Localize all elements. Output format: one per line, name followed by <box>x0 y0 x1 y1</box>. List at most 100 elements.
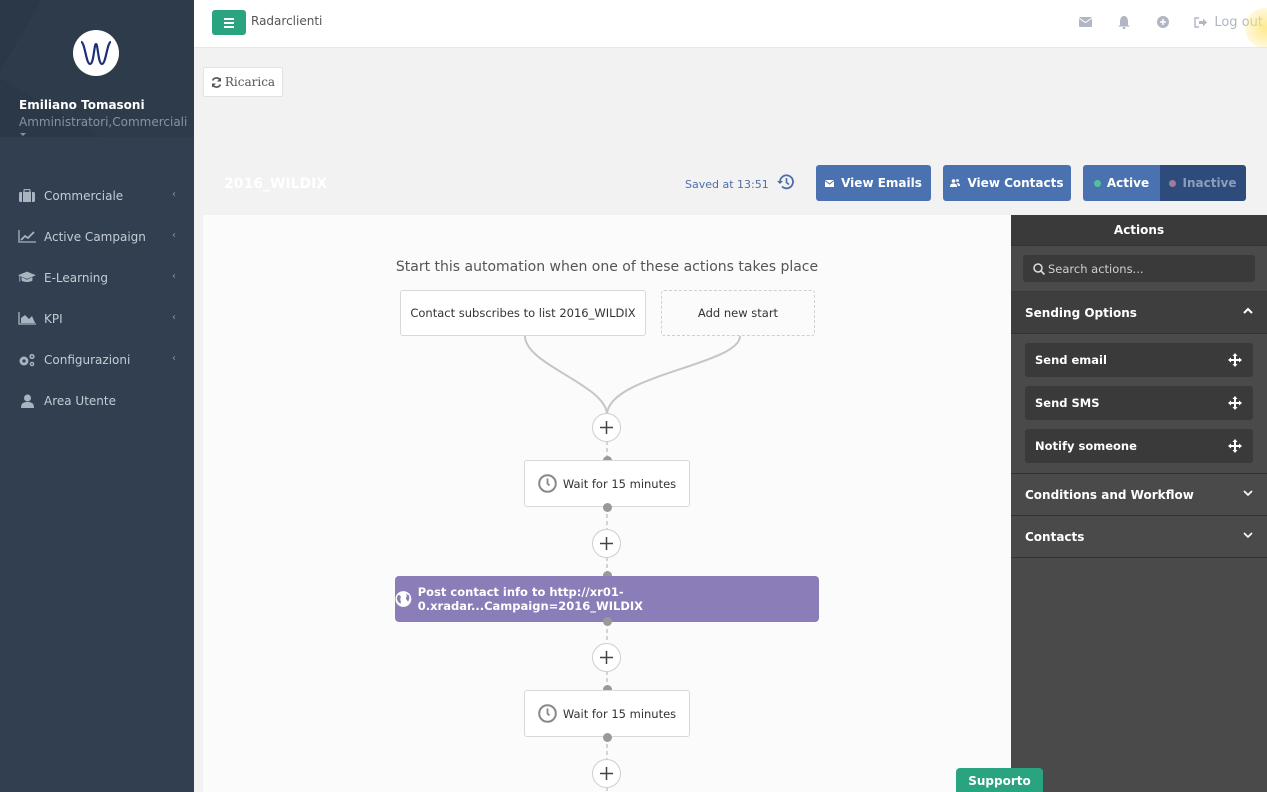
envelope-icon <box>825 179 835 187</box>
line-chart-icon <box>18 230 36 244</box>
connector-port <box>603 733 612 742</box>
envelope-icon[interactable] <box>1077 14 1093 30</box>
inactive-dot-icon <box>1169 179 1177 187</box>
sidebar-item-commerciale[interactable]: Commerciale ‹ <box>0 175 194 216</box>
cogs-icon <box>18 353 36 367</box>
search-icon <box>1033 262 1045 275</box>
sidebar-item-kpi[interactable]: KPI ‹ <box>0 298 194 339</box>
chevron-left-icon: ‹ <box>172 312 176 323</box>
move-icon[interactable] <box>1228 353 1242 367</box>
saved-status: Saved at 13:51 <box>685 178 769 191</box>
sign-out-icon <box>1194 16 1208 28</box>
plus-circle-icon[interactable] <box>1155 14 1171 30</box>
brand-name: Radarclienti <box>251 14 323 28</box>
status-active-button[interactable]: Active <box>1083 165 1160 201</box>
add-step-button[interactable] <box>592 759 621 788</box>
wait-step-node[interactable]: Wait for 15 minutes <box>524 690 690 737</box>
sidebar: Emiliano Tomasoni Amministratori,Commerc… <box>0 0 194 792</box>
view-contacts-button[interactable]: View Contacts <box>943 165 1071 201</box>
sidebar-item-label: E-Learning <box>44 270 109 285</box>
sidebar-item-configurazioni[interactable]: Configurazioni ‹ <box>0 339 194 380</box>
section-sending-options[interactable]: Sending Options <box>1011 292 1267 334</box>
action-label: Send SMS <box>1035 396 1100 410</box>
chevron-left-icon: ‹ <box>172 189 176 200</box>
search-actions-input[interactable] <box>1048 261 1248 276</box>
chevron-down-icon <box>1243 532 1253 539</box>
move-icon[interactable] <box>1228 439 1242 453</box>
action-label: Notify someone <box>1035 439 1137 453</box>
view-contacts-label: View Contacts <box>967 176 1064 190</box>
menu-toggle-button[interactable] <box>212 10 246 35</box>
action-notify-someone[interactable]: Notify someone <box>1025 429 1253 463</box>
chevron-left-icon: ‹ <box>172 271 176 282</box>
support-button[interactable]: Supporto <box>956 768 1043 792</box>
section-conditions-workflow[interactable]: Conditions and Workflow <box>1011 474 1267 516</box>
sidebar-item-label: Active Campaign <box>44 229 146 244</box>
plus-icon <box>600 421 613 434</box>
graduation-cap-icon <box>18 271 36 285</box>
move-icon[interactable] <box>1228 396 1242 410</box>
section-label: Conditions and Workflow <box>1025 487 1194 502</box>
globe-icon <box>395 591 412 607</box>
sending-options-list: Send email Send SMS Notify someone <box>1011 334 1267 474</box>
action-send-sms[interactable]: Send SMS <box>1025 386 1253 420</box>
sidebar-item-label: Configurazioni <box>44 352 131 367</box>
active-dot-icon <box>1093 179 1101 187</box>
actions-panel-title: Actions <box>1011 215 1267 246</box>
add-step-button[interactable] <box>592 643 621 672</box>
automation-canvas[interactable]: Start this automation when one of these … <box>203 215 1011 792</box>
sidebar-item-area-utente[interactable]: Area Utente <box>0 380 194 421</box>
bell-icon[interactable] <box>1116 14 1132 30</box>
search-wrapper <box>1011 246 1267 292</box>
connector-port <box>603 503 612 512</box>
add-step-button[interactable] <box>592 529 621 558</box>
reload-label: Ricarica <box>224 75 276 89</box>
chevron-left-icon: ‹ <box>172 353 176 364</box>
user-icon <box>18 394 36 408</box>
view-emails-label: View Emails <box>841 176 922 190</box>
briefcase-icon <box>18 189 36 203</box>
wait-step-label: Wait for 15 minutes <box>562 476 677 491</box>
sidebar-item-e-learning[interactable]: E-Learning ‹ <box>0 257 194 298</box>
chevron-left-icon: ‹ <box>172 230 176 241</box>
logout-button[interactable]: Log out <box>1194 15 1263 30</box>
trigger-node[interactable]: Contact subscribes to list 2016_WILDIX <box>400 290 646 336</box>
sidebar-item-label: Area Utente <box>44 393 116 408</box>
sidebar-nav: Commerciale ‹ Active Campaign ‹ E-Learni… <box>0 175 194 421</box>
section-label: Sending Options <box>1025 305 1137 320</box>
sidebar-item-active-campaign[interactable]: Active Campaign ‹ <box>0 216 194 257</box>
chevron-down-icon <box>1243 490 1253 497</box>
status-inactive-label: Inactive <box>1182 176 1237 190</box>
action-send-email[interactable]: Send email <box>1025 343 1253 377</box>
add-start-button[interactable]: Add new start <box>661 290 815 336</box>
start-instruction: Start this automation when one of these … <box>395 259 819 275</box>
user-name: Emiliano Tomasoni <box>19 98 145 112</box>
area-chart-icon <box>18 312 36 326</box>
sidebar-item-label: Commerciale <box>44 188 124 203</box>
automation-title[interactable]: 2016_WILDIX <box>224 176 327 192</box>
users-icon <box>950 179 961 187</box>
chevron-up-icon <box>1243 307 1253 314</box>
actions-panel: Actions Sending Options Send email Send … <box>1011 215 1267 792</box>
user-role: Amministratori,Commerciali <box>19 115 188 129</box>
wait-step-node[interactable]: Wait for 15 minutes <box>524 460 690 507</box>
topbar: Radarclienti Log out <box>194 0 1267 48</box>
clock-icon <box>538 704 557 723</box>
plus-icon <box>600 537 613 550</box>
history-icon[interactable] <box>777 174 794 194</box>
reload-button[interactable]: Ricarica <box>203 67 283 97</box>
avatar[interactable] <box>73 30 119 76</box>
user-profile: Emiliano Tomasoni Amministratori,Commerc… <box>0 0 194 137</box>
add-step-button[interactable] <box>592 413 621 442</box>
webhook-step-node[interactable]: Post contact info to http://xr01-0.xrada… <box>395 576 819 622</box>
status-toggle: Active Inactive <box>1083 165 1246 201</box>
view-emails-button[interactable]: View Emails <box>816 165 931 201</box>
status-inactive-button[interactable]: Inactive <box>1160 165 1246 201</box>
plus-icon <box>600 651 613 664</box>
status-active-label: Active <box>1106 176 1150 190</box>
top-icons: Log out <box>1077 14 1267 30</box>
logout-label: Log out <box>1214 14 1263 30</box>
connector-port <box>603 617 612 626</box>
profile-caret-icon[interactable] <box>20 133 26 136</box>
section-contacts[interactable]: Contacts <box>1011 516 1267 558</box>
